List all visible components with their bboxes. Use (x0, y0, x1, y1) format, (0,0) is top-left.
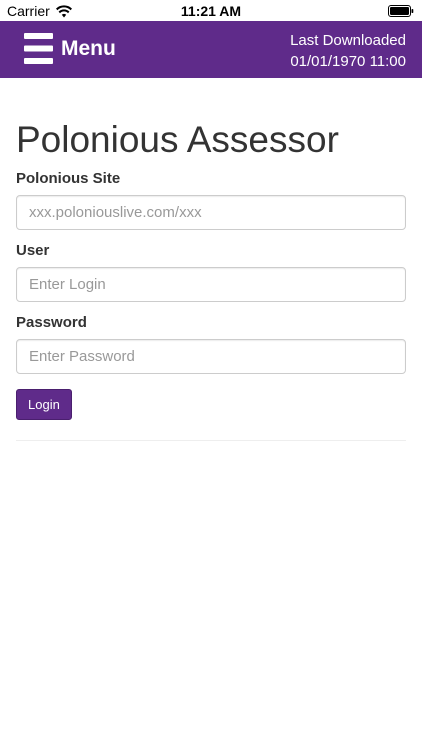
site-field-group: Polonious Site (16, 168, 406, 230)
hamburger-menu-icon (24, 33, 53, 64)
password-field-group: Password (16, 312, 406, 374)
divider (16, 440, 406, 441)
password-input[interactable] (16, 339, 406, 374)
site-label: Polonious Site (16, 170, 121, 187)
user-label: User (16, 242, 50, 259)
login-button[interactable]: Login (16, 389, 72, 420)
menu-button[interactable]: Menu (24, 33, 116, 64)
user-field-group: User (16, 240, 406, 302)
password-label: Password (16, 314, 87, 331)
page-title: Polonious Assessor (16, 119, 339, 160)
site-input[interactable] (16, 195, 406, 230)
app-header: Menu Last Downloaded 01/01/1970 11:00 (0, 21, 422, 78)
user-input[interactable] (16, 267, 406, 302)
login-form: Polonious Assessor Polonious Site User P… (16, 78, 406, 449)
menu-label: Menu (61, 37, 116, 60)
last-downloaded-info: Last Downloaded 01/01/1970 11:00 (290, 30, 406, 72)
status-time: 11:21 AM (180, 3, 242, 19)
status-bar: Carrier 11:21 AM (0, 0, 422, 21)
last-downloaded-label: Last Downloaded (290, 32, 406, 49)
battery-icon (388, 5, 414, 17)
last-downloaded-value: 01/01/1970 11:00 (290, 53, 406, 70)
